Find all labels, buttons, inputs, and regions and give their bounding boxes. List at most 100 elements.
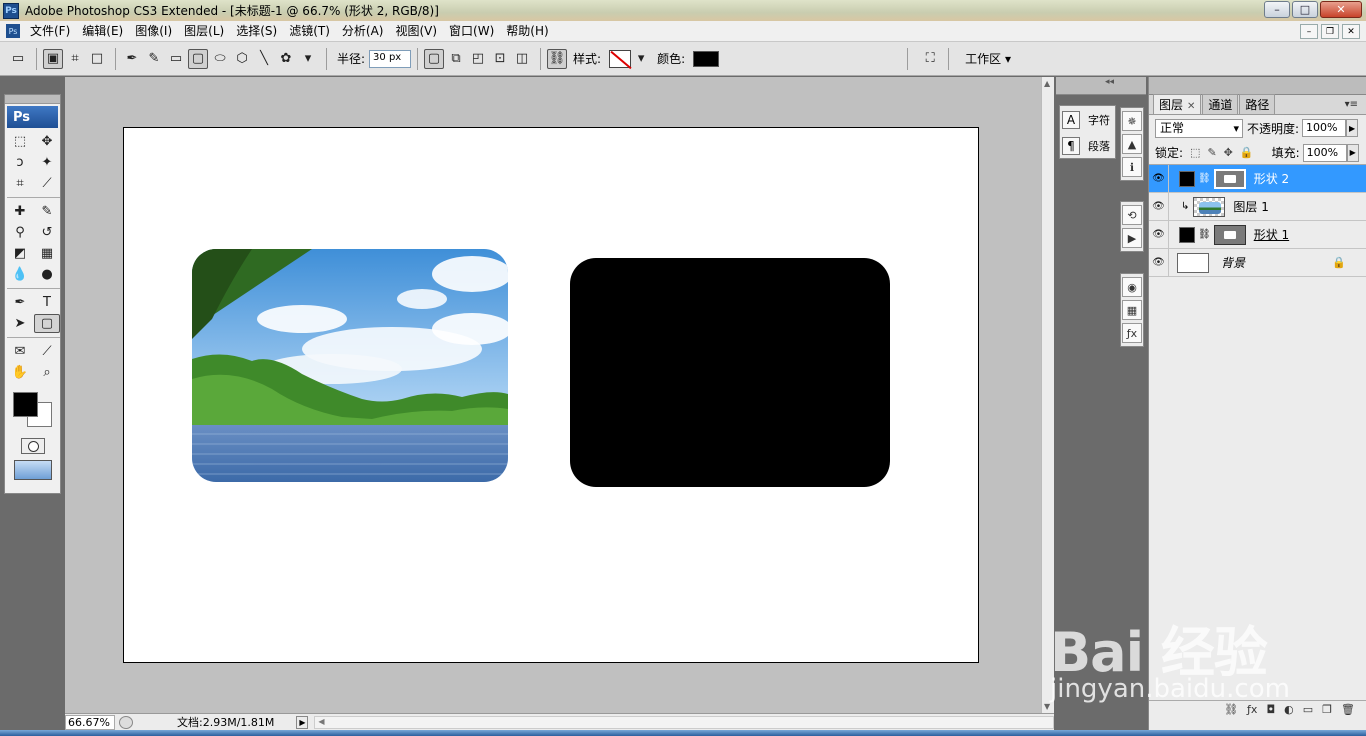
vertical-scrollbar[interactable]: ▲ ▼ bbox=[1041, 77, 1054, 713]
layer-thumbnail[interactable] bbox=[1193, 196, 1226, 217]
lock-all-icon[interactable]: 🔒 bbox=[1240, 146, 1254, 159]
layer-thumbnail[interactable] bbox=[1177, 252, 1209, 273]
close-button[interactable]: ✕ bbox=[1320, 1, 1362, 18]
eraser-icon[interactable]: ◩ bbox=[7, 244, 33, 263]
opacity-slider-icon[interactable]: ▶ bbox=[1346, 119, 1359, 137]
document-icon[interactable]: Ps bbox=[6, 24, 20, 38]
screen-mode-button[interactable] bbox=[14, 460, 52, 480]
magic-wand-icon[interactable]: ✦ bbox=[34, 153, 60, 172]
color-swatch[interactable] bbox=[693, 50, 720, 67]
close-icon[interactable]: ✕ bbox=[1187, 101, 1195, 112]
menu-edit[interactable]: 编辑(E) bbox=[76, 21, 129, 42]
info-icon[interactable]: ℹ bbox=[1122, 157, 1142, 177]
dodge-icon[interactable]: ● bbox=[34, 265, 60, 284]
new-shape-layer-icon[interactable]: ▢ bbox=[424, 48, 445, 69]
workspace-menu[interactable]: 工作区 ▾ bbox=[965, 50, 1011, 67]
histogram-icon[interactable]: ▲ bbox=[1122, 134, 1142, 154]
visibility-eye-icon[interactable]: 👁 bbox=[1149, 220, 1169, 249]
tab-layers[interactable]: 图层 ✕ bbox=[1153, 94, 1202, 114]
menu-select[interactable]: 选择(S) bbox=[230, 21, 283, 42]
blur-icon[interactable]: 💧 bbox=[7, 265, 33, 284]
layer-background[interactable]: 👁 背景 🔒 bbox=[1149, 248, 1366, 277]
character-panel-button[interactable]: A 字符 bbox=[1060, 108, 1115, 132]
hand-icon[interactable]: ✋ bbox=[7, 363, 33, 382]
polygon-icon[interactable]: ⬡ bbox=[232, 49, 252, 69]
pen-icon[interactable]: ✒ bbox=[7, 293, 33, 312]
paths-icon[interactable]: ⌗ bbox=[65, 49, 85, 69]
layer-shape-2[interactable]: 👁 ⛓ 形状 2 bbox=[1149, 164, 1366, 193]
color-icon[interactable]: ◉ bbox=[1122, 277, 1142, 297]
exclude-shape-icon[interactable]: ◫ bbox=[512, 49, 532, 69]
panel-menu-icon[interactable]: ▾≡ bbox=[1345, 99, 1358, 110]
subtract-shape-icon[interactable]: ◰ bbox=[468, 49, 488, 69]
tool-preset-picker[interactable]: ▭ bbox=[8, 49, 28, 69]
menu-image[interactable]: 图像(I) bbox=[129, 21, 178, 42]
custom-shape-icon[interactable]: ✿ bbox=[276, 49, 296, 69]
layer-shape-1[interactable]: 👁 ⛓ 形状 1 bbox=[1149, 220, 1366, 249]
status-menu-arrow-icon[interactable]: ▶ bbox=[296, 715, 309, 729]
ellipse-icon[interactable]: ⬭ bbox=[210, 49, 230, 69]
history-brush-icon[interactable]: ↺ bbox=[34, 223, 60, 242]
add-to-shape-icon[interactable]: ⧉ bbox=[446, 49, 466, 69]
menu-window[interactable]: 窗口(W) bbox=[443, 21, 500, 42]
crop-icon[interactable]: ⌗ bbox=[7, 174, 33, 193]
fill-input[interactable]: 100% bbox=[1302, 143, 1347, 162]
zoom-input[interactable]: 66.67% bbox=[65, 714, 115, 730]
menu-help[interactable]: 帮助(H) bbox=[500, 21, 554, 42]
path-selection-icon[interactable]: ➤ bbox=[7, 314, 33, 333]
shape-layers-icon[interactable]: ▣ bbox=[43, 48, 63, 69]
type-icon[interactable]: T bbox=[34, 293, 60, 312]
visibility-eye-icon[interactable]: 👁 bbox=[1149, 164, 1169, 193]
healing-brush-icon[interactable]: ✚ bbox=[7, 202, 33, 221]
pen-icon[interactable]: ✒ bbox=[122, 49, 142, 69]
menu-analysis[interactable]: 分析(A) bbox=[336, 21, 390, 42]
doc-restore-button[interactable]: ❐ bbox=[1321, 24, 1339, 39]
vector-mask-thumbnail[interactable] bbox=[1213, 168, 1246, 189]
slice-icon[interactable]: ⟋ bbox=[34, 174, 60, 193]
opacity-input[interactable]: 100% bbox=[1302, 119, 1347, 137]
link-layers-icon[interactable]: ⛓ bbox=[1224, 703, 1238, 716]
maximize-button[interactable]: □ bbox=[1292, 1, 1318, 18]
rounded-rectangle-icon[interactable]: ▢ bbox=[188, 48, 208, 69]
quick-mask-button[interactable] bbox=[21, 438, 45, 454]
status-info-icon[interactable] bbox=[119, 715, 133, 729]
adjustment-layer-icon[interactable]: ◐ bbox=[1284, 703, 1294, 716]
line-icon[interactable]: ╲ bbox=[254, 49, 274, 69]
radius-input[interactable]: 30 px bbox=[369, 49, 412, 68]
new-layer-icon[interactable]: ❐ bbox=[1322, 703, 1332, 716]
clone-stamp-icon[interactable]: ⚲ bbox=[7, 223, 33, 242]
layer-fill-thumbnail[interactable] bbox=[1179, 226, 1195, 243]
tools-panel-header[interactable] bbox=[5, 95, 60, 104]
doc-minimize-button[interactable]: – bbox=[1300, 24, 1318, 39]
history-icon[interactable]: ⟲ bbox=[1122, 205, 1142, 225]
shape-icon[interactable]: ▢ bbox=[34, 314, 60, 333]
swatches-icon[interactable]: ▦ bbox=[1122, 300, 1142, 320]
fill-slider-icon[interactable]: ▶ bbox=[1346, 143, 1359, 162]
menu-layer[interactable]: 图层(L) bbox=[178, 21, 230, 42]
style-picker[interactable] bbox=[609, 49, 632, 68]
fill-pixels-icon[interactable]: □ bbox=[87, 49, 107, 69]
visibility-eye-icon[interactable]: 👁 bbox=[1149, 248, 1169, 277]
layer-style-icon[interactable]: ƒx bbox=[1247, 703, 1257, 716]
tab-channels[interactable]: 通道 bbox=[1202, 94, 1239, 114]
move-icon[interactable]: ✥ bbox=[34, 132, 60, 151]
delete-layer-icon[interactable]: 🗑 bbox=[1341, 703, 1355, 716]
menu-filter[interactable]: 滤镜(T) bbox=[283, 21, 336, 42]
navigator-icon[interactable]: ✵ bbox=[1122, 111, 1142, 131]
intersect-shape-icon[interactable]: ⊡ bbox=[490, 49, 510, 69]
lasso-icon[interactable]: ↄ bbox=[7, 153, 33, 172]
tab-paths[interactable]: 路径 bbox=[1239, 94, 1276, 114]
link-icon[interactable]: ⛓ bbox=[1198, 229, 1211, 240]
notes-icon[interactable]: ✉ bbox=[7, 342, 33, 361]
chevron-down-icon[interactable]: ▾ bbox=[298, 49, 318, 69]
horizontal-scrollbar[interactable]: ◀ bbox=[314, 715, 1054, 729]
bridge-icon[interactable]: ⛶ bbox=[920, 49, 940, 69]
foreground-color[interactable] bbox=[13, 392, 38, 417]
black-rounded-rectangle[interactable] bbox=[570, 258, 890, 487]
blend-mode-select[interactable]: 正常 bbox=[1155, 118, 1243, 138]
link-icon[interactable]: ⛓ bbox=[1198, 173, 1211, 184]
style-dropdown-icon[interactable]: ▾ bbox=[631, 49, 651, 69]
doc-close-button[interactable]: ✕ bbox=[1342, 24, 1360, 39]
minimize-button[interactable]: – bbox=[1264, 1, 1290, 18]
menu-file[interactable]: 文件(F) bbox=[24, 21, 76, 42]
